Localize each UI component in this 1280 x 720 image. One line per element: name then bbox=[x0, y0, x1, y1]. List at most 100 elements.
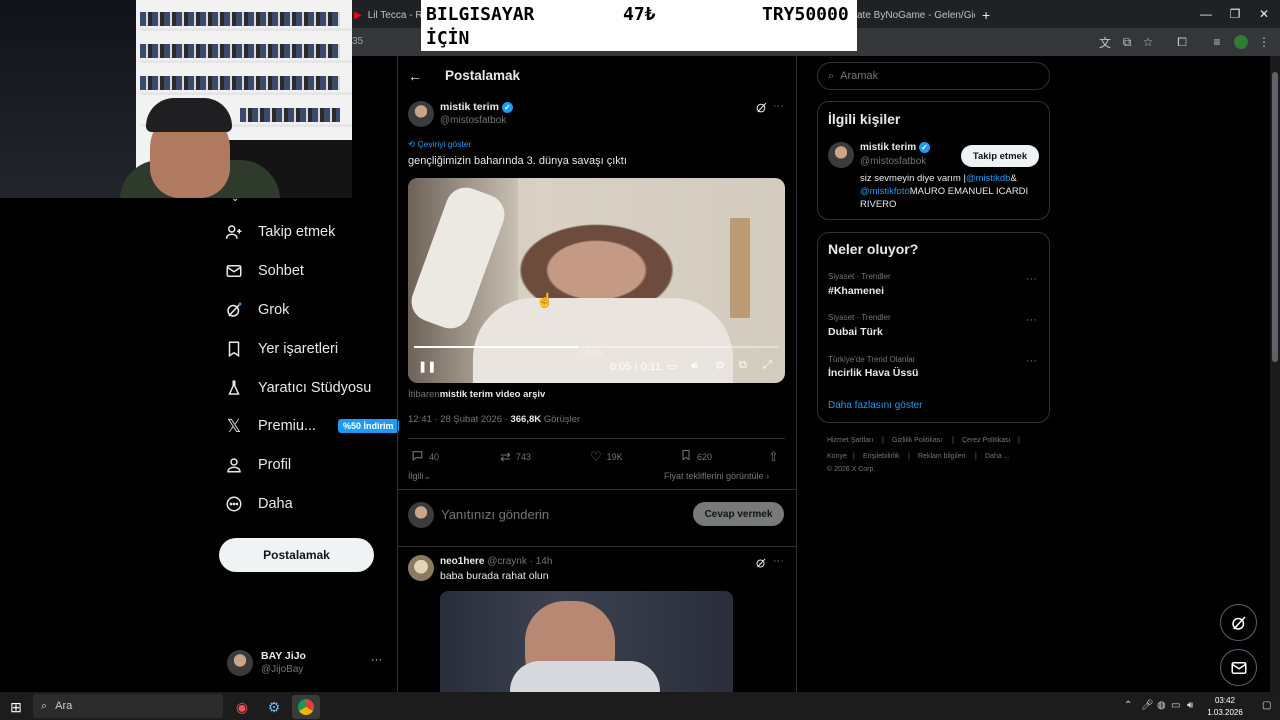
reply-author-name: neo1here bbox=[440, 556, 485, 567]
bookmark-count: 620 bbox=[697, 451, 713, 462]
more-icon[interactable]: ··· bbox=[773, 555, 784, 567]
repost-icon: ⇄ bbox=[500, 449, 511, 464]
more-icon[interactable]: ··· bbox=[1026, 273, 1037, 285]
volume-icon[interactable]: 🔊︎ bbox=[1187, 700, 1193, 711]
translate-icon[interactable]: 文 bbox=[1097, 34, 1113, 50]
restore-icon[interactable]: ❐ bbox=[1225, 6, 1245, 22]
sidebar-item-follow[interactable]: Takip etmek bbox=[224, 216, 335, 248]
more-icon[interactable]: ··· bbox=[1026, 355, 1037, 367]
captions-icon[interactable]: ▭ bbox=[667, 360, 677, 373]
sidebar-item-chat[interactable]: Sohbet bbox=[224, 255, 304, 287]
settings-icon[interactable]: ⚙ bbox=[715, 359, 725, 372]
envelope-icon bbox=[224, 261, 244, 281]
pip-icon[interactable]: ⧉ bbox=[739, 359, 747, 372]
avatar[interactable] bbox=[828, 142, 854, 168]
volume-icon[interactable]: 🔊︎ bbox=[691, 360, 698, 373]
avatar[interactable] bbox=[408, 555, 434, 581]
follow-button[interactable]: Takip etmek bbox=[961, 145, 1039, 167]
post-timestamp: 12:41 · 28 Şubat 2026 · bbox=[408, 414, 511, 425]
avatar[interactable] bbox=[408, 101, 434, 127]
menu-icon[interactable]: ⋮ bbox=[1256, 34, 1272, 50]
back-arrow-icon[interactable]: ← bbox=[408, 68, 422, 84]
more-icon[interactable]: ··· bbox=[773, 100, 784, 112]
messages-float-button[interactable] bbox=[1220, 649, 1257, 686]
network-icon[interactable]: ▭ bbox=[1171, 700, 1180, 711]
source-prefix: İtibaren bbox=[408, 389, 440, 400]
media-icon[interactable]: ≡ bbox=[1209, 34, 1225, 50]
post-button[interactable]: Postalamak bbox=[219, 538, 374, 572]
profile-icon[interactable] bbox=[1233, 34, 1249, 50]
related-name-row[interactable]: mistik terim ✓ bbox=[860, 142, 930, 153]
video-time: 0:05 / 0:11 bbox=[610, 361, 662, 373]
door-frame bbox=[730, 218, 750, 318]
tray-chevron-icon[interactable]: ⌃ bbox=[1124, 700, 1132, 711]
account-switcher[interactable]: BAY JiJo @JijoBay ··· bbox=[225, 647, 395, 681]
sidebar-item-more[interactable]: Daha bbox=[224, 488, 293, 520]
cast-icon[interactable]: ⧉ bbox=[1119, 34, 1135, 50]
repost-button[interactable]: ⇄ 743 bbox=[500, 449, 531, 465]
browser-tab-bynogame[interactable]: ate ByNoGame - Gelen/Gid ✕ bbox=[857, 4, 975, 26]
footer-link[interactable]: Künye bbox=[827, 453, 847, 460]
clock[interactable]: 03:42 1.03.2026 bbox=[1205, 695, 1245, 719]
grok-icon[interactable] bbox=[755, 556, 767, 574]
like-button[interactable]: ♡ 19K bbox=[590, 449, 623, 465]
chrome-app-icon[interactable] bbox=[292, 695, 320, 719]
reply-button[interactable]: 40 bbox=[411, 449, 439, 465]
fullscreen-icon[interactable]: ⤢ bbox=[763, 359, 772, 372]
reply-image[interactable] bbox=[440, 591, 733, 692]
minimize-icon[interactable]: — bbox=[1196, 6, 1216, 22]
image-shirt bbox=[510, 661, 660, 692]
taskbar-search[interactable]: ⌕ Ara bbox=[33, 694, 223, 718]
video-player[interactable]: ryfyfa ❚❚ 0:05 / 0:11 ▭ 🔊︎ ⚙ ⧉ ⤢ bbox=[408, 178, 785, 383]
scrollbar-thumb[interactable] bbox=[1272, 72, 1278, 362]
notifications-icon[interactable]: ▢ bbox=[1262, 700, 1271, 711]
more-icon[interactable]: ··· bbox=[1026, 314, 1037, 326]
new-tab-button[interactable]: + bbox=[982, 4, 990, 26]
obs-app-icon[interactable]: ◉ bbox=[228, 695, 256, 719]
trend-name[interactable]: #Khamenei bbox=[828, 285, 884, 297]
footer-link[interactable]: Gizlilik Politikası bbox=[892, 437, 942, 444]
pause-icon[interactable]: ❚❚ bbox=[418, 360, 436, 373]
star-icon[interactable]: ☆ bbox=[1140, 34, 1156, 50]
sidebar-item-profile[interactable]: Profil bbox=[224, 449, 291, 481]
reply-submit-button[interactable]: Cevap vermek bbox=[693, 502, 784, 526]
sidebar-item-premium[interactable]: 𝕏 Premiu... %50 İndirim bbox=[224, 410, 399, 442]
divider bbox=[397, 546, 797, 547]
grok-icon[interactable] bbox=[755, 101, 768, 117]
windows-start-icon[interactable]: ⊞ bbox=[2, 695, 30, 719]
trend-name[interactable]: İncirlik Hava Üssü bbox=[828, 367, 918, 379]
share-button[interactable]: ⇧ bbox=[768, 449, 779, 465]
search-input[interactable]: ⌕ Aramak bbox=[817, 62, 1050, 90]
show-more-link[interactable]: Daha fazlasını göster bbox=[828, 400, 923, 411]
bio-link[interactable]: @mistikfoto bbox=[860, 186, 910, 197]
footer-link[interactable]: Çerez Politikası bbox=[962, 437, 1011, 444]
share-icon: ⇧ bbox=[768, 449, 779, 464]
footer-link[interactable]: Hizmet Şartları bbox=[827, 437, 873, 444]
author-name-row[interactable]: mistik terim ✓ bbox=[440, 101, 513, 113]
close-window-icon[interactable]: ✕ bbox=[1254, 6, 1274, 22]
footer-link[interactable]: Daha ... bbox=[985, 453, 1010, 460]
price-offers-link[interactable]: Fiyat tekliflerini görüntüle › bbox=[664, 471, 769, 481]
translate-link[interactable]: ⟲ Çeviriyi göster bbox=[408, 139, 471, 150]
extensions-icon[interactable]: ⧠ bbox=[1174, 34, 1190, 50]
bookmark-button[interactable]: 620 bbox=[680, 449, 712, 464]
grok-float-button[interactable] bbox=[1220, 604, 1257, 641]
sidebar-item-grok[interactable]: Grok bbox=[224, 294, 289, 326]
footer-link[interactable]: Reklam bilgileri bbox=[918, 453, 965, 460]
reply-input[interactable]: Yanıtınızı gönderin bbox=[441, 507, 549, 522]
sidebar-item-creator-studio[interactable]: Yaratıcı Stüdyosu bbox=[224, 372, 371, 404]
browser-tab-music[interactable]: ▶ Lil Tecca - Ranse bbox=[354, 4, 424, 26]
footer-link[interactable]: Erişilebilirlik bbox=[863, 453, 900, 460]
webcam-tray-icon[interactable]: ◍ bbox=[1157, 700, 1166, 711]
search-icon: ⌕ bbox=[828, 69, 835, 82]
card-title: İlgili kişiler bbox=[828, 111, 901, 127]
relevant-sort[interactable]: İlgili⌄ bbox=[408, 471, 431, 482]
microphone-icon[interactable]: 🎤︎ bbox=[1141, 700, 1154, 711]
bio-link[interactable]: @mistikdb bbox=[966, 173, 1011, 184]
steam-app-icon[interactable]: ⚙ bbox=[260, 695, 288, 719]
url-fragment[interactable]: 35 bbox=[352, 36, 363, 47]
sidebar-item-bookmarks[interactable]: Yer işaretleri bbox=[224, 333, 338, 365]
reply-author-row[interactable]: neo1here @craynk · 14h bbox=[440, 556, 552, 567]
source-line[interactable]: İtibarenmistik terim video arşiv bbox=[408, 389, 545, 400]
trend-name[interactable]: Dubai Türk bbox=[828, 326, 883, 338]
